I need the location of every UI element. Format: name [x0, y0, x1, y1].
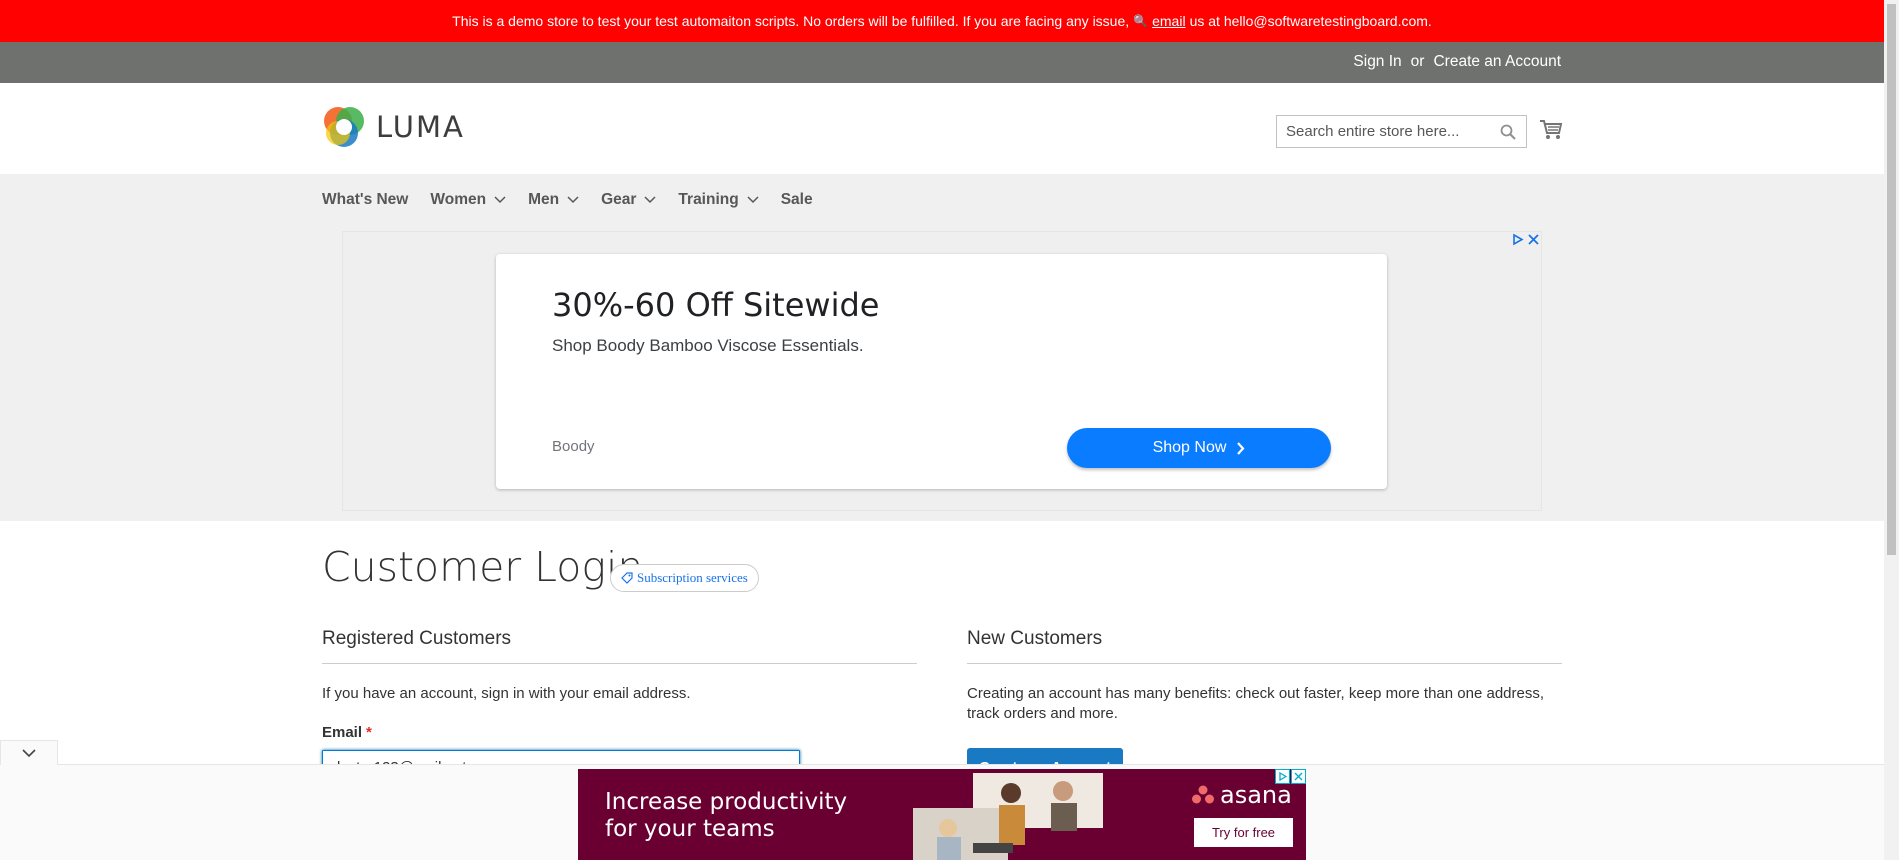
- demo-notice-banner: This is a demo store to test your test a…: [0, 0, 1884, 42]
- nav-gear[interactable]: Gear: [601, 188, 656, 212]
- ad-card[interactable]: 30%-60 Off Sitewide Shop Boody Bamboo Vi…: [496, 254, 1387, 489]
- chevron-down-icon: [644, 196, 656, 204]
- account-panel: Sign In or Create an Account: [0, 42, 1884, 83]
- asana-ad-choices[interactable]: [1275, 769, 1306, 784]
- new-customers-title: New Customers: [967, 628, 1562, 664]
- ad-brand: Boody: [552, 438, 595, 455]
- asana-logo: asana: [1192, 781, 1292, 809]
- close-ad-icon[interactable]: [1291, 769, 1306, 784]
- search-icon[interactable]: [1499, 123, 1517, 141]
- asana-headline-line1: Increase productivity: [605, 789, 848, 815]
- subscription-services-badge[interactable]: Subscription services: [610, 564, 759, 592]
- badge-label: Subscription services: [637, 570, 748, 585]
- asana-brand: asana: [1220, 781, 1292, 809]
- demo-notice-text-end: us at hello@softwaretestingboard.com.: [1189, 13, 1432, 29]
- email-label: Email *: [322, 724, 372, 741]
- adchoices-icon[interactable]: [1275, 769, 1290, 784]
- logo[interactable]: LUMA: [322, 105, 465, 149]
- nav-label: Women: [430, 191, 487, 208]
- search-box: [1276, 115, 1527, 148]
- nav-whats-new[interactable]: What's New: [322, 188, 408, 212]
- ad-choices[interactable]: [1511, 233, 1540, 246]
- chevron-right-icon: [1237, 441, 1245, 455]
- search-input[interactable]: [1286, 123, 1499, 140]
- asana-ad[interactable]: Increase productivity for your teams asa…: [578, 769, 1306, 860]
- chevron-down-icon: [567, 196, 579, 204]
- nav-label: What's New: [322, 191, 409, 208]
- registered-customers-title: Registered Customers: [322, 628, 917, 664]
- chevron-down-icon: [22, 749, 36, 758]
- asana-dots-icon: [1192, 785, 1214, 804]
- try-for-free-button[interactable]: Try for free: [1194, 818, 1293, 847]
- asana-headline: Increase productivity for your teams: [605, 789, 847, 843]
- nav-men[interactable]: Men: [528, 188, 579, 212]
- nav-label: Men: [528, 191, 560, 208]
- luma-logo-icon: [324, 107, 364, 147]
- nav-label: Gear: [601, 191, 637, 208]
- demo-notice-text: This is a demo store to test your test a…: [452, 13, 1130, 29]
- new-customers-text: Creating an account has many benefits: c…: [967, 685, 1545, 722]
- tag-icon: [621, 572, 633, 584]
- adchoices-icon[interactable]: [1511, 233, 1524, 246]
- email-link[interactable]: email: [1152, 13, 1185, 29]
- cart-icon[interactable]: [1539, 119, 1563, 141]
- team-photo-image: [913, 773, 1103, 860]
- email-label-text: Email: [322, 724, 363, 741]
- asana-headline-line2: for your teams: [605, 816, 775, 842]
- collapse-ad-button[interactable]: [0, 740, 58, 765]
- ad-subtitle: Shop Boody Bamboo Viscose Essentials.: [552, 336, 864, 355]
- chevron-down-icon: [747, 196, 759, 204]
- sign-in-link[interactable]: Sign In: [1353, 53, 1401, 71]
- page-scrollbar[interactable]: [1884, 0, 1899, 860]
- create-account-link[interactable]: Create an Account: [1433, 53, 1561, 71]
- new-customers-block: New Customers Creating an account has ma…: [967, 628, 1562, 786]
- nav-training[interactable]: Training: [678, 188, 759, 212]
- shop-now-button[interactable]: Shop Now: [1067, 428, 1331, 468]
- chevron-down-icon: [494, 196, 506, 204]
- magnifier-icon: 🔍: [1133, 14, 1149, 28]
- ad-title: 30%-60 Off Sitewide: [552, 286, 880, 324]
- shop-now-label: Shop Now: [1152, 439, 1227, 456]
- required-marker: *: [366, 724, 372, 741]
- scrollbar-thumb[interactable]: [1887, 4, 1896, 555]
- nav-label: Sale: [780, 191, 813, 208]
- registered-customers-text: If you have an account, sign in with you…: [322, 685, 691, 702]
- close-ad-icon[interactable]: [1527, 233, 1540, 246]
- page-title: Customer Login: [322, 543, 644, 591]
- or-text: or: [1410, 53, 1425, 70]
- nav-sale[interactable]: Sale: [781, 188, 813, 212]
- site-header: LUMA: [0, 83, 1884, 174]
- nav-label: Training: [678, 191, 739, 208]
- nav-women[interactable]: Women: [430, 188, 506, 212]
- logo-text: LUMA: [376, 110, 465, 144]
- registered-customers-block: Registered Customers If you have an acco…: [322, 628, 917, 784]
